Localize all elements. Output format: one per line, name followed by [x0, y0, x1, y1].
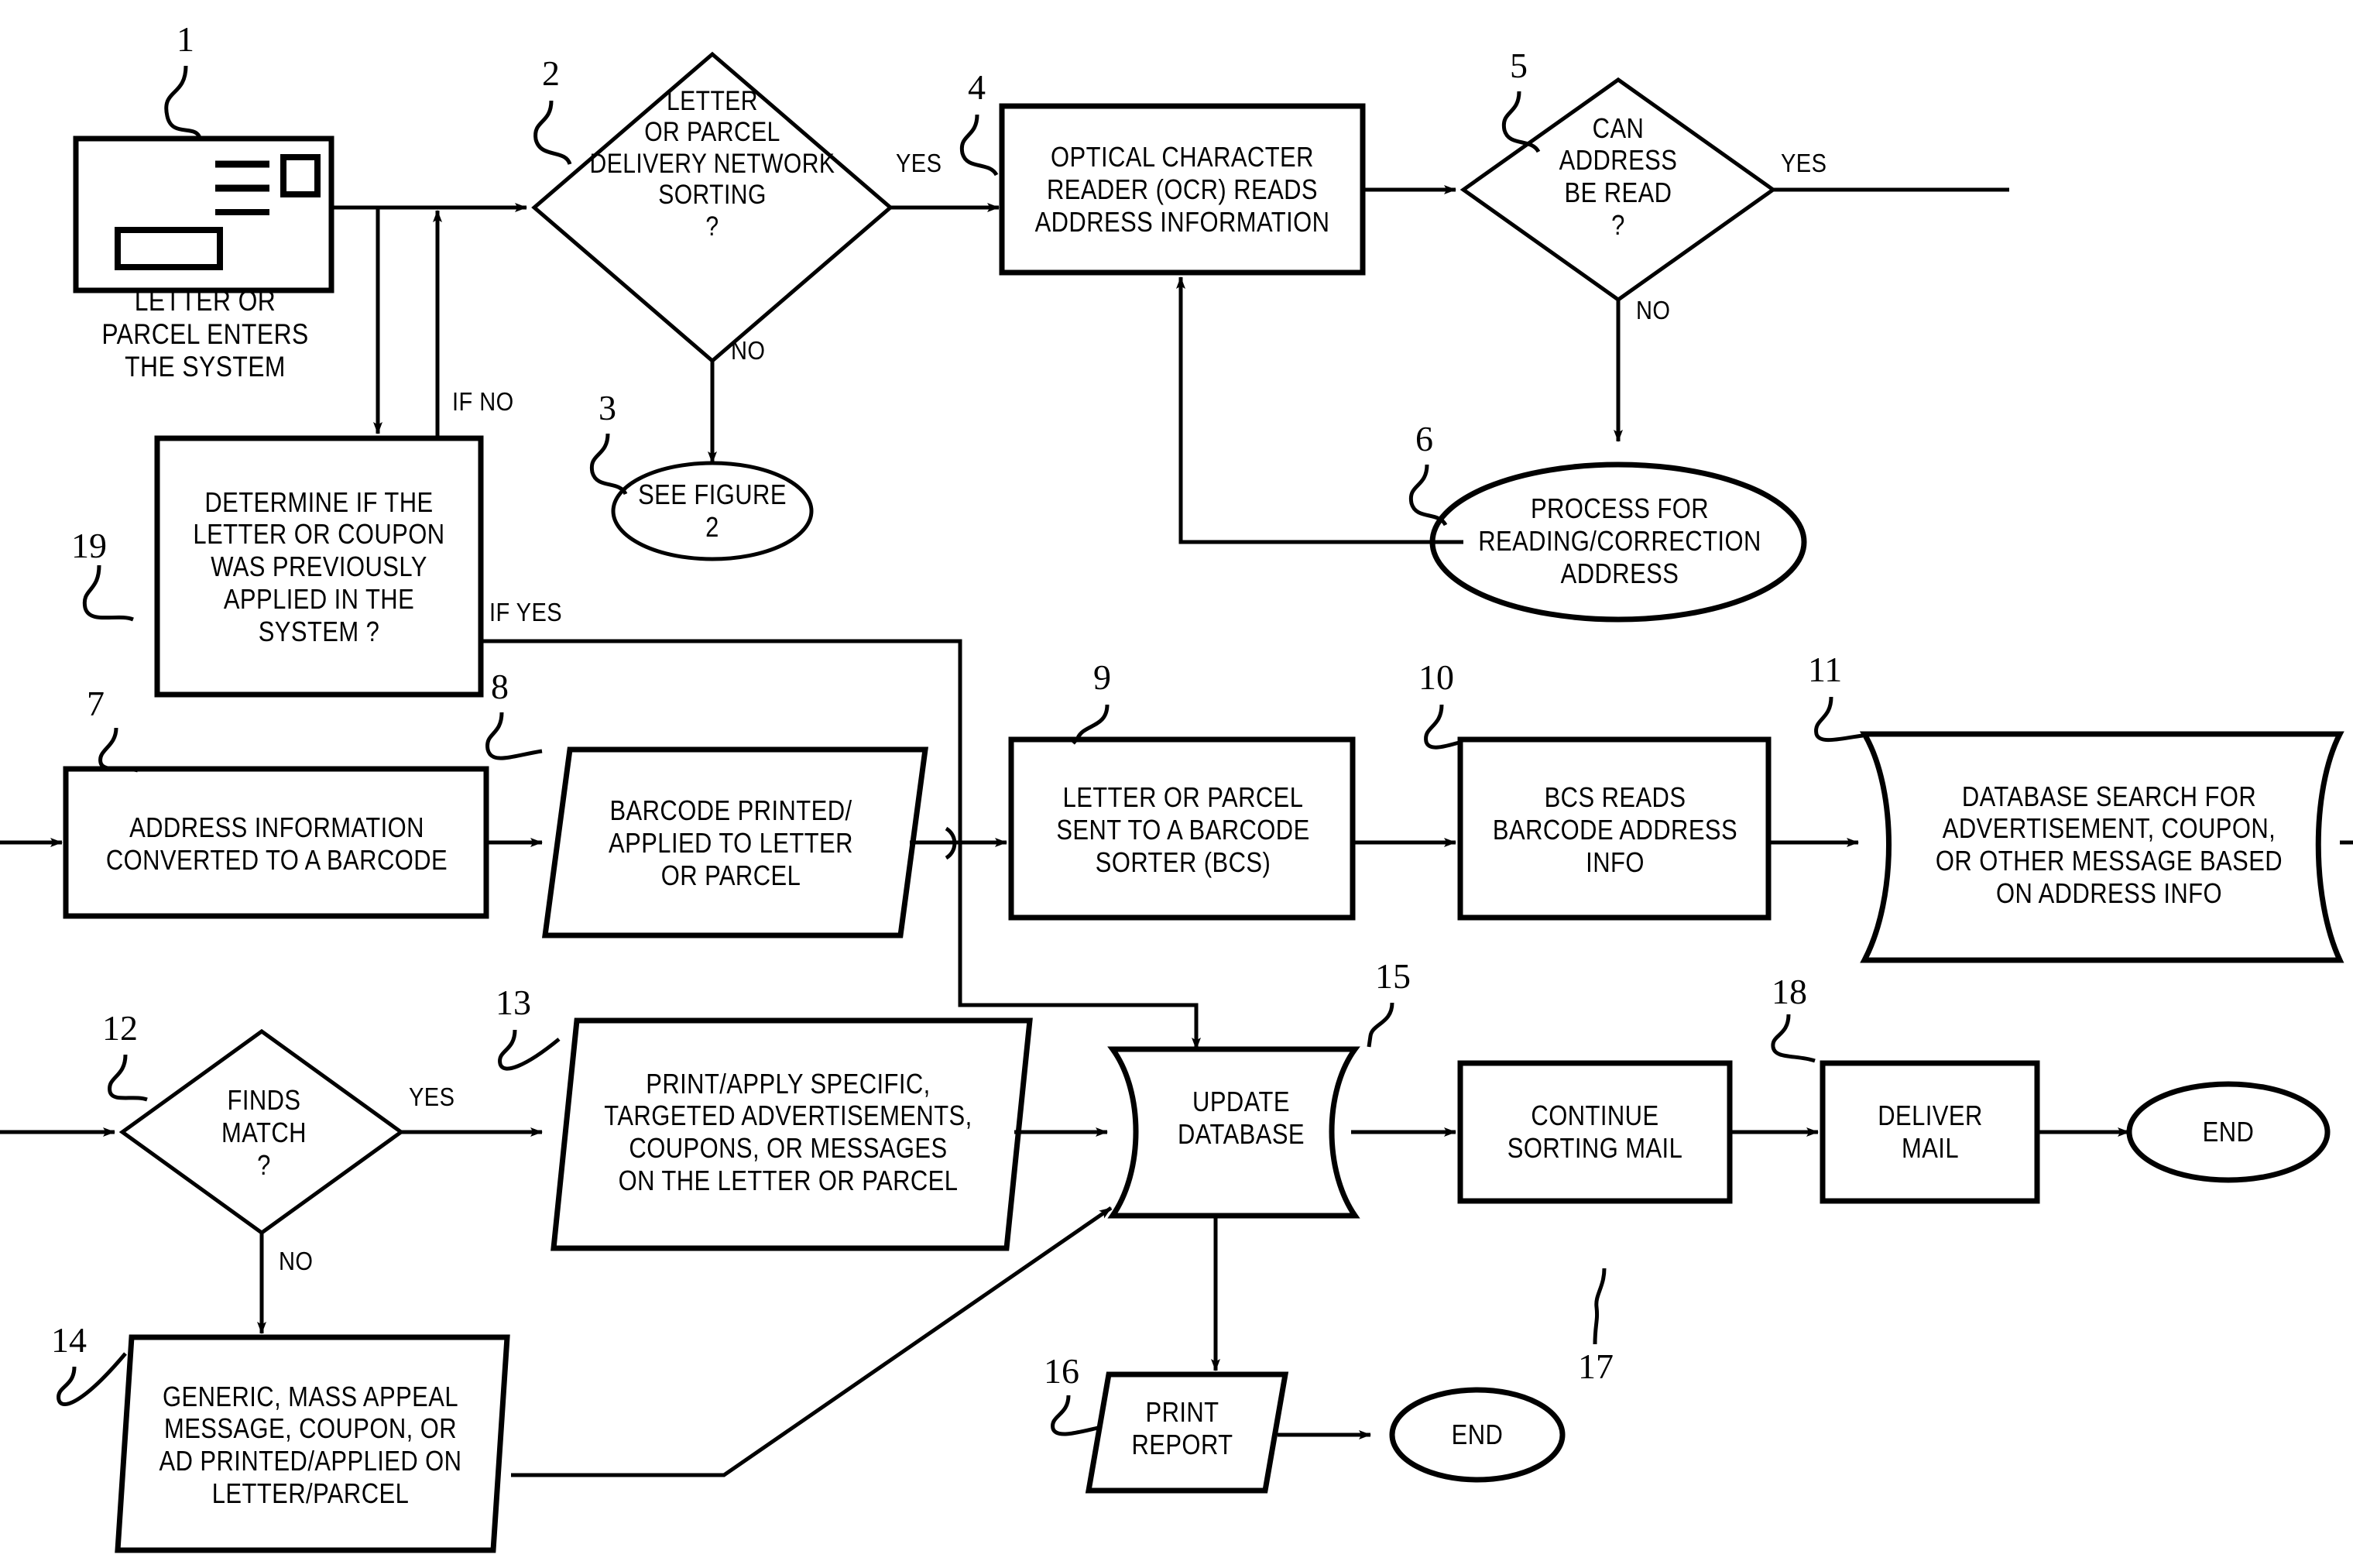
ref-numeral-2: 2: [542, 53, 560, 93]
parallelogram-8: [542, 746, 928, 938]
rect-17: [1457, 1060, 1733, 1204]
ref-numeral-16: 16: [1044, 1351, 1079, 1391]
envelope-shape: [73, 136, 334, 293]
edge-label-5-yes: YES: [1781, 149, 1827, 177]
ref-numeral-19: 19: [71, 526, 107, 565]
ref-numeral-11: 11: [1808, 650, 1843, 689]
edge-label-2-no: NO: [731, 336, 766, 365]
patent-figure-sheet: 1 2 3 4 5 6 7 8 9 10 11 12 13 14 15 16 1…: [0, 0, 2353, 1568]
rect-19: [154, 435, 484, 698]
rect-9: [1008, 736, 1356, 921]
tape-11: [1859, 731, 2344, 963]
parallelogram-13: [551, 1017, 1033, 1251]
cylinder-15: [1107, 1046, 1360, 1219]
edge-label-5-no: NO: [1636, 296, 1671, 324]
rect-18: [1820, 1060, 2040, 1204]
ref-numeral-1: 1: [177, 19, 194, 59]
edge-label-if-no: IF NO: [452, 387, 514, 416]
ref-numeral-10: 10: [1418, 657, 1454, 697]
ref-numeral-9: 9: [1093, 657, 1111, 697]
rect-7: [63, 766, 489, 919]
diamond-12: [118, 1028, 405, 1236]
edge-label-12-yes: YES: [409, 1083, 455, 1111]
ref-numeral-4: 4: [968, 67, 986, 107]
ellipse-6: [1429, 461, 1807, 623]
ellipse-end-bottom: [1389, 1387, 1566, 1483]
rect-4: [999, 103, 1366, 276]
ref-numeral-12: 12: [102, 1008, 138, 1048]
rect-10: [1457, 736, 1772, 921]
ref-numeral-18: 18: [1772, 972, 1807, 1011]
diamond-2: [531, 51, 894, 364]
flowchart-vector-layer: [0, 51, 2353, 1553]
ellipse-3: [611, 461, 814, 561]
edge-label-if-yes: IF YES: [489, 598, 563, 626]
parallelogram-14: [115, 1334, 510, 1553]
edge-label-2-yes: YES: [896, 149, 942, 177]
edge-label-12-no: NO: [279, 1247, 314, 1275]
ref-numeral-6: 6: [1415, 419, 1433, 458]
ref-numeral-7: 7: [87, 684, 105, 723]
ellipse-end-right: [2126, 1081, 2331, 1183]
ref-numeral-17: 17: [1578, 1347, 1614, 1386]
ref-numeral-5: 5: [1510, 46, 1528, 85]
parallelogram-16: [1085, 1371, 1289, 1494]
ref-numeral-8: 8: [491, 667, 509, 706]
ref-numeral-15: 15: [1375, 956, 1411, 996]
ref-numeral-13: 13: [496, 983, 531, 1022]
ref-numeral-14: 14: [51, 1320, 87, 1360]
ref-numeral-3: 3: [599, 388, 616, 427]
